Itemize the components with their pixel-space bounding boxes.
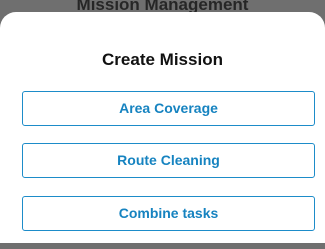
bottom-edge: [0, 243, 325, 249]
route-cleaning-button[interactable]: Route Cleaning: [22, 143, 315, 178]
combine-tasks-button[interactable]: Combine tasks: [22, 196, 315, 231]
area-coverage-button[interactable]: Area Coverage: [22, 91, 315, 126]
backdrop-page-title: Mission Management: [76, 0, 249, 12]
dialog-title: Create Mission: [102, 50, 223, 69]
create-mission-sheet: Create Mission Area Coverage Route Clean…: [0, 12, 325, 243]
